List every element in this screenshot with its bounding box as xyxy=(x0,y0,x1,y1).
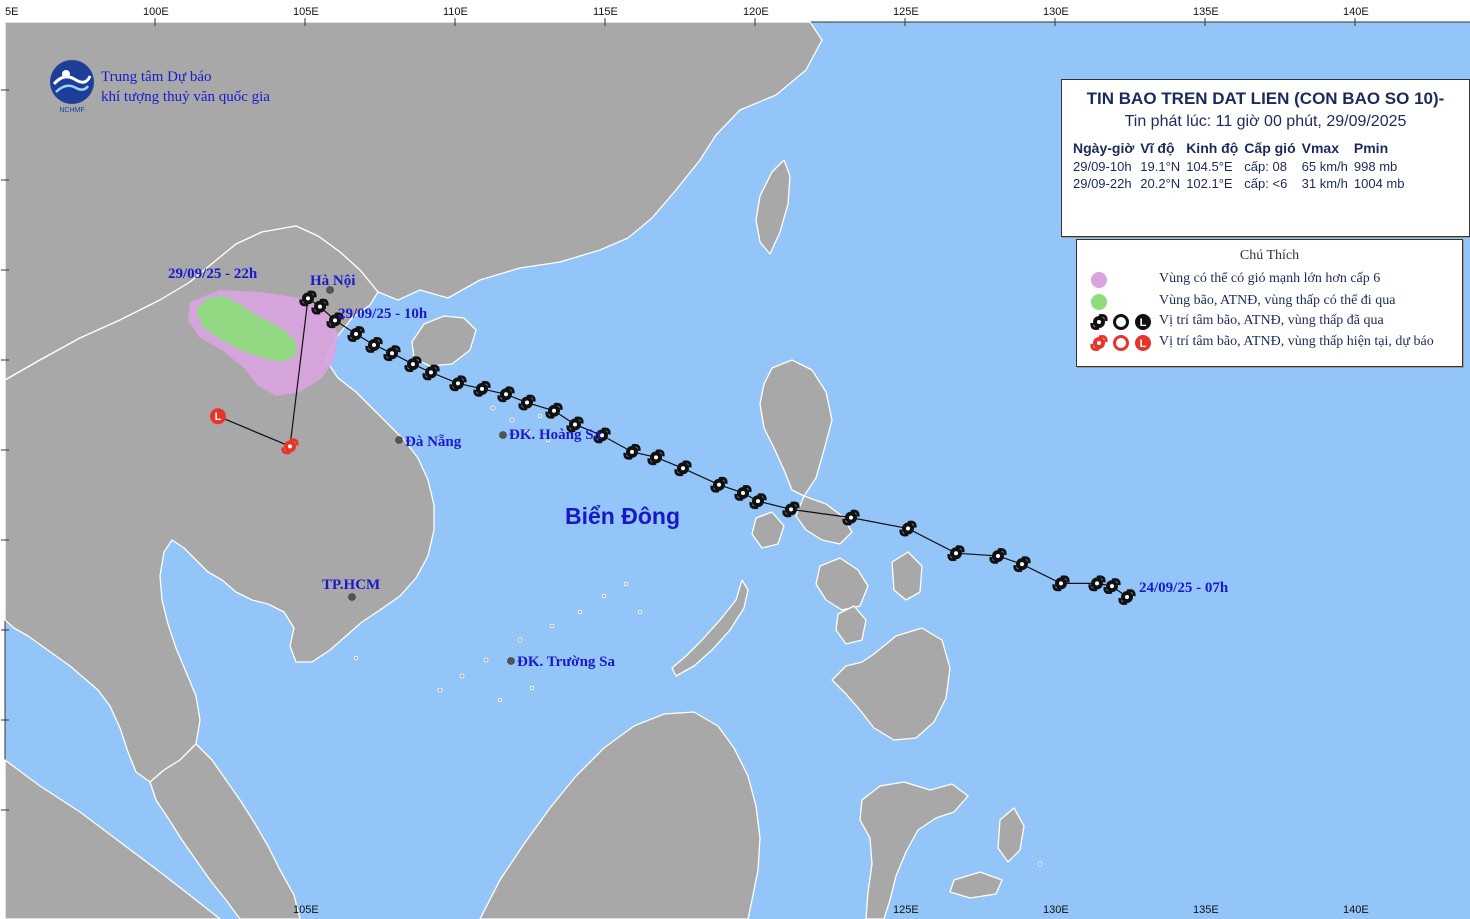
header-wind-level: Cấp gió xyxy=(1244,140,1296,156)
legend-title: Chú Thích xyxy=(1239,248,1300,263)
cell: 20.2°N xyxy=(1140,176,1181,191)
danang-label: Đà Nẵng xyxy=(405,434,462,450)
table-header-row: Ngày-giờ Vĩ độ Kinh độ Cấp gió Vmax Pmin xyxy=(1070,138,1407,158)
legend-item: L Vị trí tâm bão, ATNĐ, vùng thấp đã qua xyxy=(1077,311,1462,333)
logo-text: NCHMF xyxy=(59,107,84,114)
lon-label: 120E xyxy=(743,6,769,18)
svg-text:L: L xyxy=(215,411,222,423)
header-lon: Kinh độ xyxy=(1186,140,1239,156)
cell: 102.1°E xyxy=(1186,176,1233,191)
agency-line-1: Trung tâm Dự báo xyxy=(101,69,212,85)
bulletin-info-box: TIN BAO TREN DAT LIEN (CON BAO SO 10)- T… xyxy=(1061,79,1470,237)
lon-label: 110E xyxy=(443,6,468,18)
header-vmax: Vmax xyxy=(1301,140,1339,156)
agency-line-2: khí tượng thuỷ văn quốc gia xyxy=(101,89,270,105)
lon-label: 115E xyxy=(593,6,618,18)
legend-item-label: Vùng bão, ATNĐ, vùng thấp có thể đi qua xyxy=(1159,293,1396,308)
legend-item-label: Vị trí tâm bão, ATNĐ, vùng thấp hiện tại… xyxy=(1159,334,1434,349)
truongsa-label: ĐK. Trường Sa xyxy=(517,654,616,670)
lon-label: 125E xyxy=(893,6,919,18)
table-row: 29/09-10h 19.1°N 104.5°E cấp: 08 65 km/h… xyxy=(1070,158,1407,175)
truongsa-marker xyxy=(507,657,515,665)
cell: 19.1°N xyxy=(1140,159,1181,174)
legend-item: Vùng có thể có gió mạnh lớn hơn cấp 6 xyxy=(1077,269,1462,291)
lon-label: 140E xyxy=(1343,6,1369,18)
table-row: 29/09-22h 20.2°N 102.1°E cấp: <6 31 km/h… xyxy=(1070,175,1407,192)
lon-label-bottom: 130E xyxy=(1043,904,1069,916)
legend-item-label: Vùng có thể có gió mạnh lớn hơn cấp 6 xyxy=(1159,271,1381,286)
lon-label: 5E xyxy=(5,6,19,18)
lon-label-bottom: 140E xyxy=(1343,904,1369,916)
forecast-low-icon: L xyxy=(210,408,226,425)
hanoi-label: Hà Nội xyxy=(310,273,356,289)
nchmf-logo: NCHMF xyxy=(50,60,94,114)
bulletin-title: TIN BAO TREN DAT LIEN (CON BAO SO 10)- xyxy=(1086,89,1445,108)
cell: 998 mb xyxy=(1353,159,1398,174)
header-datetime: Ngày-giờ xyxy=(1073,140,1135,156)
lon-label: 100E xyxy=(143,6,169,18)
forecast-time-label: 29/09/25 - 22h xyxy=(168,266,258,282)
lon-label-bottom: 135E xyxy=(1193,904,1219,916)
cell: cấp: <6 xyxy=(1244,176,1288,191)
map-area[interactable]: L 5E 100E 105E 110E 115E 120E 125E 130E … xyxy=(0,0,1470,919)
cell: 29/09-22h xyxy=(1073,176,1132,191)
cell: 104.5°E xyxy=(1186,159,1233,174)
map-frame-left xyxy=(0,0,5,919)
hcm-label: TP.HCM xyxy=(322,577,381,593)
agency-name: Trung tâm Dự báo khí tượng thuỷ văn quốc… xyxy=(101,67,270,107)
cell: 65 km/h xyxy=(1301,159,1348,174)
legend-item: L Vị trí tâm bão, ATNĐ, vùng thấp hiện t… xyxy=(1077,332,1462,354)
start-time-label: 24/09/25 - 07h xyxy=(1139,580,1229,596)
lon-label: 135E xyxy=(1193,6,1219,18)
legend-item: Vùng bão, ATNĐ, vùng thấp có thể đi qua xyxy=(1077,291,1462,313)
hoangsa-marker xyxy=(499,431,507,439)
current-time-label: 29/09/25 - 10h xyxy=(338,306,428,322)
cell: 1004 mb xyxy=(1353,176,1405,191)
danang-marker xyxy=(395,436,403,444)
forecast-table: Ngày-giờ Vĩ độ Kinh độ Cấp gió Vmax Pmin… xyxy=(1070,138,1407,192)
wind-zone-swatch-icon xyxy=(1091,272,1107,288)
hcm-marker xyxy=(348,593,356,601)
legend-item-label: Vị trí tâm bão, ATNĐ, vùng thấp đã qua xyxy=(1159,313,1384,328)
past-center-symbols-icon: L xyxy=(1090,314,1151,330)
cell: 29/09-10h xyxy=(1073,159,1132,174)
svg-text:L: L xyxy=(1140,338,1147,350)
cell: cấp: 08 xyxy=(1244,159,1287,174)
cell: 31 km/h xyxy=(1301,176,1348,191)
lon-label-bottom: 105E xyxy=(293,904,319,916)
header-lat: Vĩ độ xyxy=(1140,140,1175,156)
legend-box: Chú Thích Vùng có thể có gió mạnh lớn hơ… xyxy=(1076,239,1463,367)
lon-label: 130E xyxy=(1043,6,1069,18)
header-pmin: Pmin xyxy=(1353,140,1389,156)
current-center-symbols-icon: L xyxy=(1090,335,1151,351)
sea-label: Biển Đông xyxy=(565,503,680,529)
map-frame-top xyxy=(0,0,1470,22)
lon-label: 105E xyxy=(293,6,319,18)
hoangsa-label: ĐK. Hoàng Sa xyxy=(509,427,602,443)
svg-text:L: L xyxy=(1140,317,1147,329)
lon-label-bottom: 125E xyxy=(893,904,919,916)
storm-zone-swatch-icon xyxy=(1091,294,1107,310)
bulletin-issued-time: Tin phát lúc: 11 giờ 00 phút, 29/09/2025 xyxy=(1124,113,1407,130)
